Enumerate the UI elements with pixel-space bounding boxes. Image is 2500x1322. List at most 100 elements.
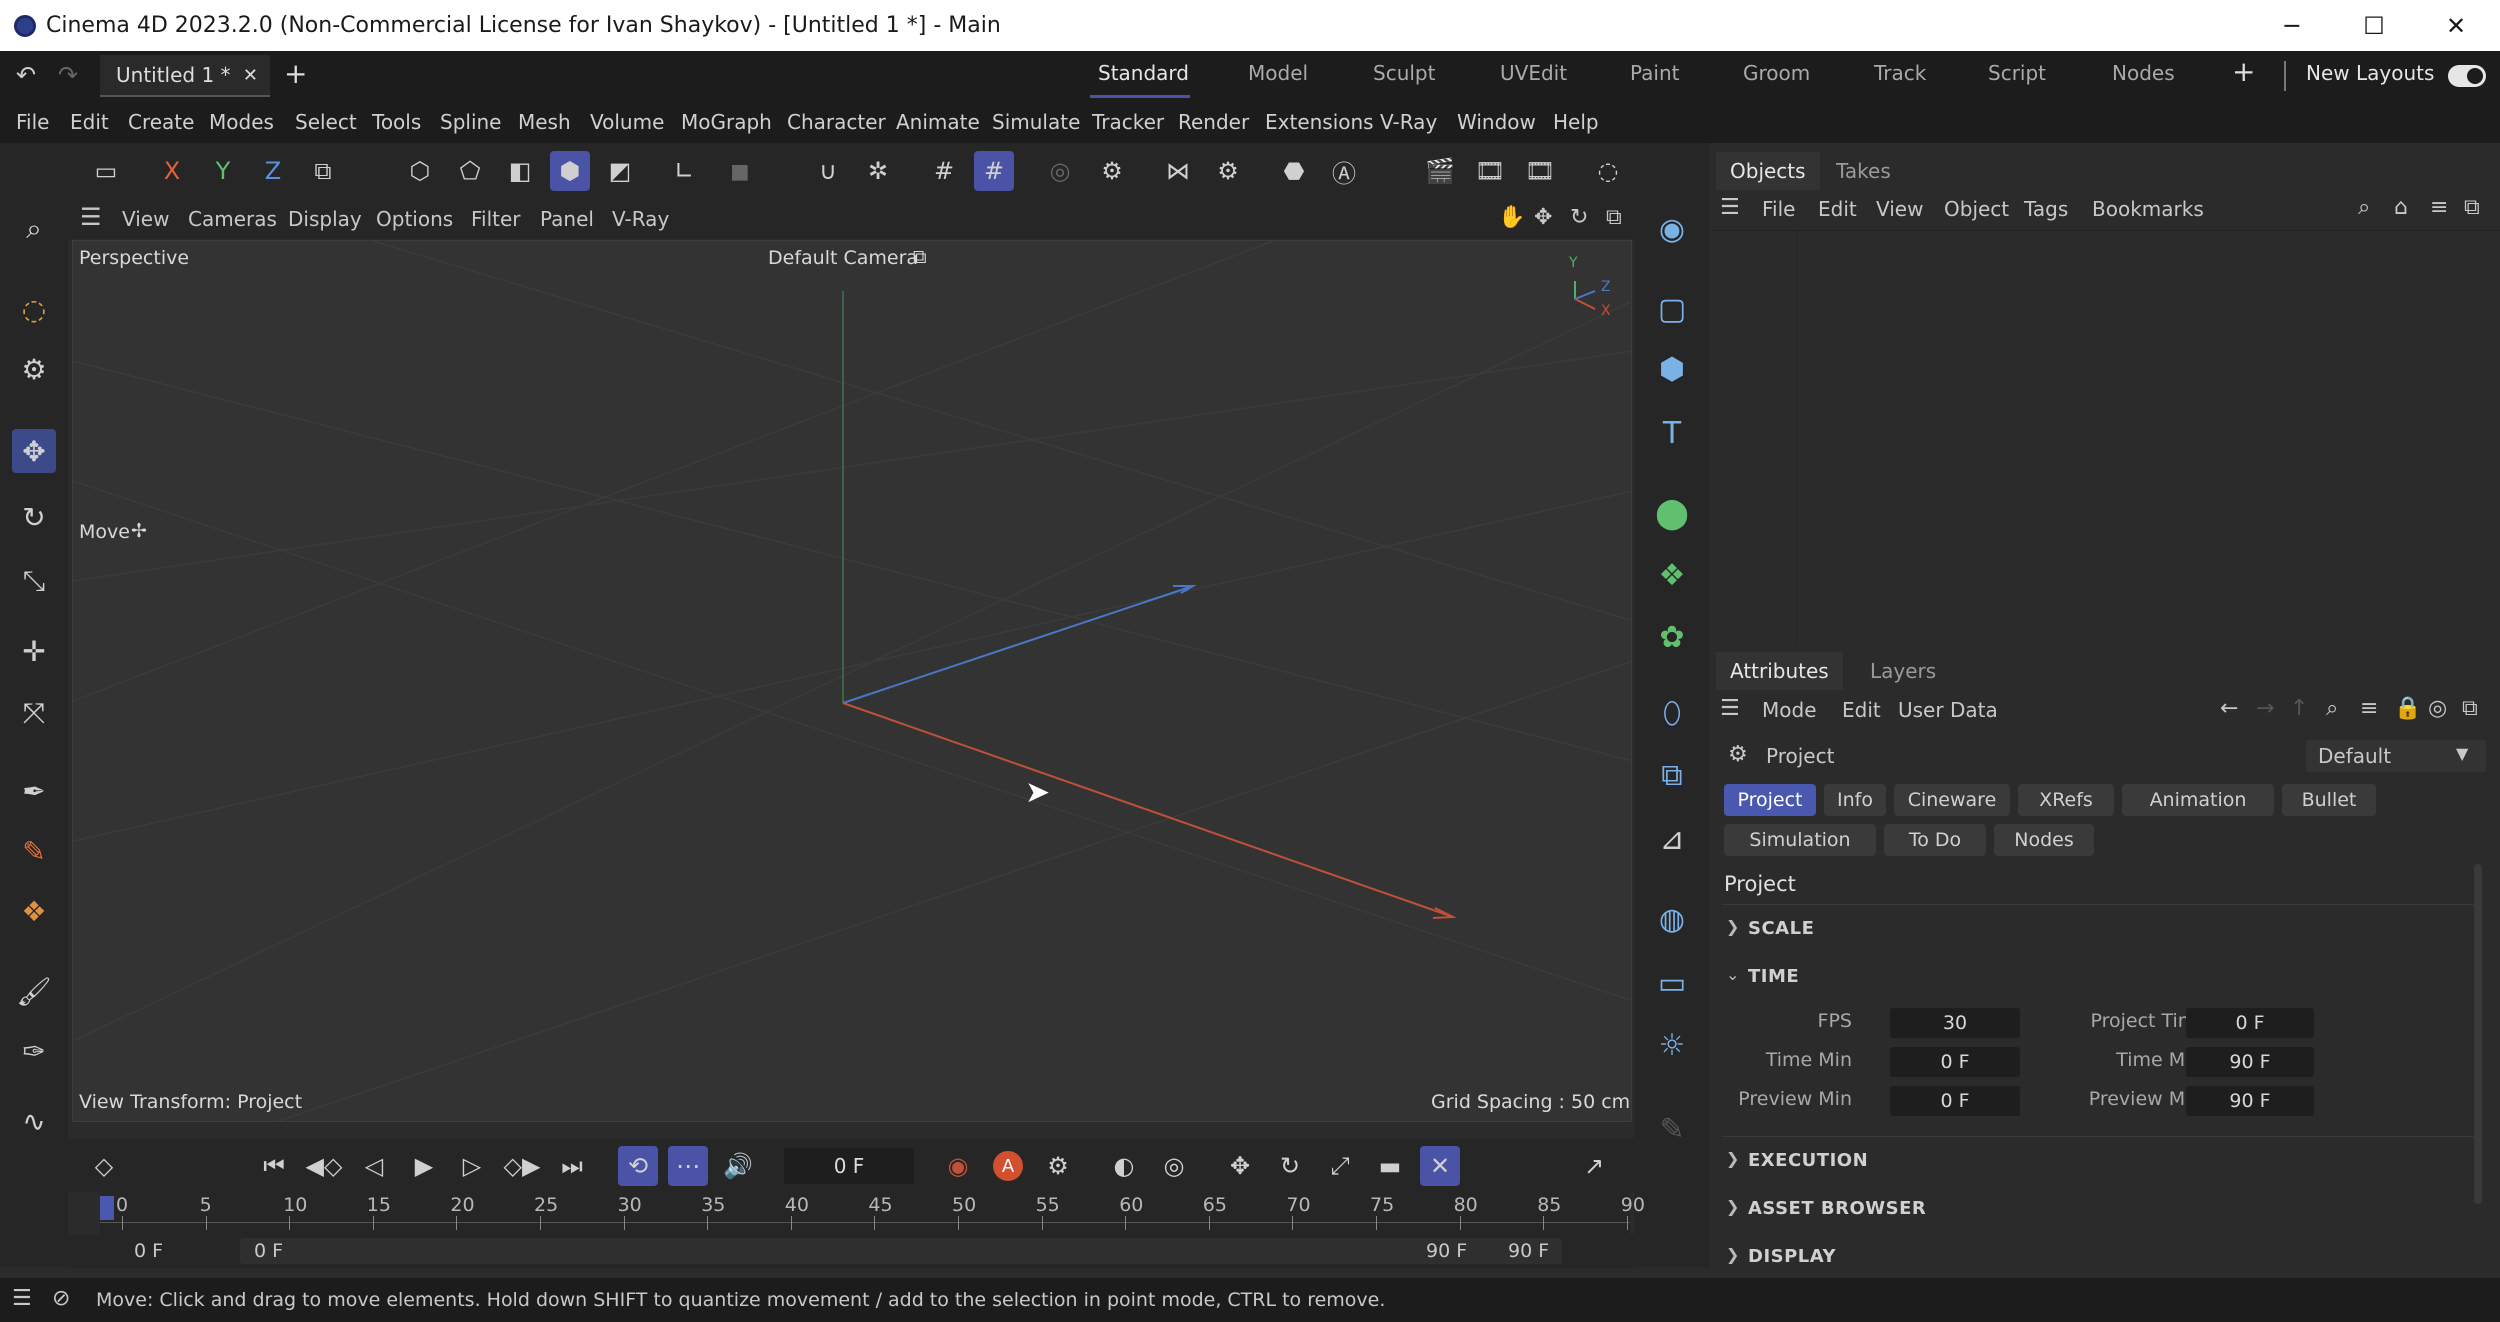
playhead[interactable]: [100, 1196, 114, 1220]
scale-tool-icon[interactable]: ⤡: [12, 559, 56, 603]
objects-menu-file[interactable]: File: [1762, 197, 1795, 221]
move-tool-icon[interactable]: ✥: [12, 429, 56, 473]
polygons-mode-icon[interactable]: ◧: [500, 151, 540, 191]
tab-takes[interactable]: Takes: [1822, 152, 1905, 190]
menu-tracker[interactable]: Tracker: [1092, 110, 1164, 134]
spline-smooth-icon[interactable]: ✎: [12, 829, 56, 873]
attributes-menu-mode[interactable]: Mode: [1762, 698, 1817, 722]
time-max-field[interactable]: 90 F: [2186, 1047, 2314, 1077]
section-execution[interactable]: EXECUTION: [1748, 1150, 1868, 1171]
brush-tool-icon[interactable]: 🖌: [12, 969, 56, 1013]
scene-icon[interactable]: ⧉: [1648, 751, 1696, 799]
layout-uvedit[interactable]: UVEdit: [1500, 61, 1567, 85]
symmetry-icon[interactable]: ⋈: [1158, 151, 1198, 191]
live-selection-icon[interactable]: ◌: [12, 287, 56, 331]
objects-home-icon[interactable]: ⌂: [2394, 195, 2408, 220]
layout-sculpt[interactable]: Sculpt: [1373, 61, 1435, 85]
section-scale[interactable]: SCALE: [1748, 918, 1814, 939]
next-frame-icon[interactable]: ▷: [452, 1146, 492, 1186]
objects-menu-view[interactable]: View: [1876, 197, 1923, 221]
new-document-button[interactable]: +: [284, 57, 307, 90]
viewport-menu-panel[interactable]: Panel: [540, 207, 594, 231]
objects-menu-icon[interactable]: ☰: [1720, 195, 1740, 220]
key-settings-icon[interactable]: ⚙: [1038, 1146, 1078, 1186]
layout-track[interactable]: Track: [1874, 61, 1926, 85]
layout-model[interactable]: Model: [1248, 61, 1308, 85]
viewport-menu-display[interactable]: Display: [288, 207, 362, 231]
attributes-scrollbar[interactable]: [2474, 864, 2482, 1204]
record-keys-icon[interactable]: ◉: [938, 1146, 978, 1186]
clapboard-icon[interactable]: ▭: [86, 151, 126, 191]
objects-menu-tags[interactable]: Tags: [2024, 197, 2068, 221]
render-settings-icon[interactable]: 🎞: [1520, 151, 1560, 191]
3d-viewport[interactable]: Perspective Default Camera ⧉ Y Z X Move …: [72, 240, 1632, 1122]
texture-mode-icon[interactable]: ◼: [720, 151, 760, 191]
field-icon[interactable]: ⬯: [1648, 689, 1696, 737]
render-view-icon[interactable]: 🎬: [1420, 151, 1460, 191]
objects-filter-icon[interactable]: ≡: [2430, 195, 2448, 220]
redo-icon[interactable]: ↷: [58, 61, 78, 89]
layout-groom[interactable]: Groom: [1743, 61, 1810, 85]
start-frame-label[interactable]: 0 F: [134, 1240, 163, 1262]
menu-select[interactable]: Select: [295, 110, 357, 134]
edit-icon[interactable]: ✎: [1648, 1105, 1696, 1153]
menu-character[interactable]: Character: [787, 110, 886, 134]
chevron-right-icon[interactable]: ❯: [1726, 1245, 1739, 1264]
end-frame-label[interactable]: 90 F: [1508, 1240, 1549, 1262]
cloner-icon[interactable]: ❖: [1648, 551, 1696, 599]
next-key-icon[interactable]: ◇▶: [502, 1146, 542, 1186]
timeline-graph-icon[interactable]: ↗: [1574, 1146, 1614, 1186]
light-st-icon[interactable]: ☼: [1648, 1021, 1696, 1069]
dolly-view-icon[interactable]: ✥: [1534, 205, 1552, 230]
pan-view-icon[interactable]: ✋: [1498, 205, 1525, 230]
camera-link-icon[interactable]: ⧉: [913, 246, 927, 268]
scale-key-icon[interactable]: ⤢: [1320, 1146, 1360, 1186]
vray-icon[interactable]: ◌: [1588, 151, 1628, 191]
tab-xrefs[interactable]: XRefs: [2018, 784, 2114, 816]
keyframe-diamond-icon[interactable]: ◇: [84, 1146, 124, 1186]
tab-cineware[interactable]: Cineware: [1894, 784, 2010, 816]
parameter-key-icon[interactable]: ▬: [1370, 1146, 1410, 1186]
menu-help[interactable]: Help: [1553, 110, 1599, 134]
points-mode-icon[interactable]: ⬡: [400, 151, 440, 191]
tab-info[interactable]: Info: [1824, 784, 1886, 816]
deformer-icon[interactable]: ✿: [1648, 613, 1696, 661]
attributes-search-icon[interactable]: ⌕: [2326, 696, 2338, 721]
rotation-key-icon[interactable]: ↻: [1270, 1146, 1310, 1186]
up-arrow-icon[interactable]: ↑: [2290, 696, 2308, 721]
light-object-icon[interactable]: ⊿: [1648, 815, 1696, 863]
preview-range-slider[interactable]: [240, 1238, 1562, 1264]
forward-arrow-icon[interactable]: →: [2256, 696, 2274, 721]
symmetry-settings-icon[interactable]: ⚙: [1208, 151, 1248, 191]
point-level-key-icon[interactable]: ✕: [1420, 1146, 1460, 1186]
lock-z-axis-button[interactable]: Z: [253, 151, 293, 191]
section-time[interactable]: TIME: [1748, 966, 1799, 987]
camera-object-icon[interactable]: ◉: [1648, 205, 1696, 253]
menu-modes[interactable]: Modes: [209, 110, 274, 134]
camera-st-icon[interactable]: ▭: [1648, 959, 1696, 1007]
tab-attributes[interactable]: Attributes: [1716, 652, 1843, 690]
project-time-field[interactable]: 0 F: [2186, 1008, 2314, 1038]
time-min-field[interactable]: 0 F: [1890, 1047, 2020, 1077]
attributes-menu-edit[interactable]: Edit: [1842, 698, 1881, 722]
minimize-button[interactable]: ─: [2252, 0, 2332, 51]
cube-object-icon[interactable]: ⬢: [1648, 345, 1696, 393]
viewport-menu-view[interactable]: View: [122, 207, 169, 231]
go-to-end-icon[interactable]: ⏭: [552, 1146, 592, 1186]
annotation-icon[interactable]: Ⓐ: [1324, 151, 1364, 191]
layout-script[interactable]: Script: [1988, 61, 2046, 85]
axis-mode-icon[interactable]: ∟: [664, 151, 704, 191]
soft-selection-icon[interactable]: ◎: [1040, 151, 1080, 191]
sketch-tool-icon[interactable]: ∿: [12, 1099, 56, 1143]
viewport-camera-label[interactable]: Default Camera: [768, 247, 918, 269]
toggle-view-icon[interactable]: ⧉: [1606, 205, 1622, 230]
playback-rate-icon[interactable]: ⋯: [668, 1146, 708, 1186]
chevron-right-icon[interactable]: ❯: [1726, 917, 1739, 936]
tab-bullet[interactable]: Bullet: [2282, 784, 2376, 816]
preset-dropdown[interactable]: Default ▼: [2306, 740, 2486, 772]
target-icon[interactable]: ◎: [2428, 696, 2447, 721]
plane-object-icon[interactable]: ▢: [1648, 285, 1696, 333]
autokey-button[interactable]: A: [988, 1146, 1028, 1186]
sound-icon[interactable]: 🔊: [718, 1146, 758, 1186]
section-asset-browser[interactable]: ASSET BROWSER: [1748, 1198, 1926, 1219]
